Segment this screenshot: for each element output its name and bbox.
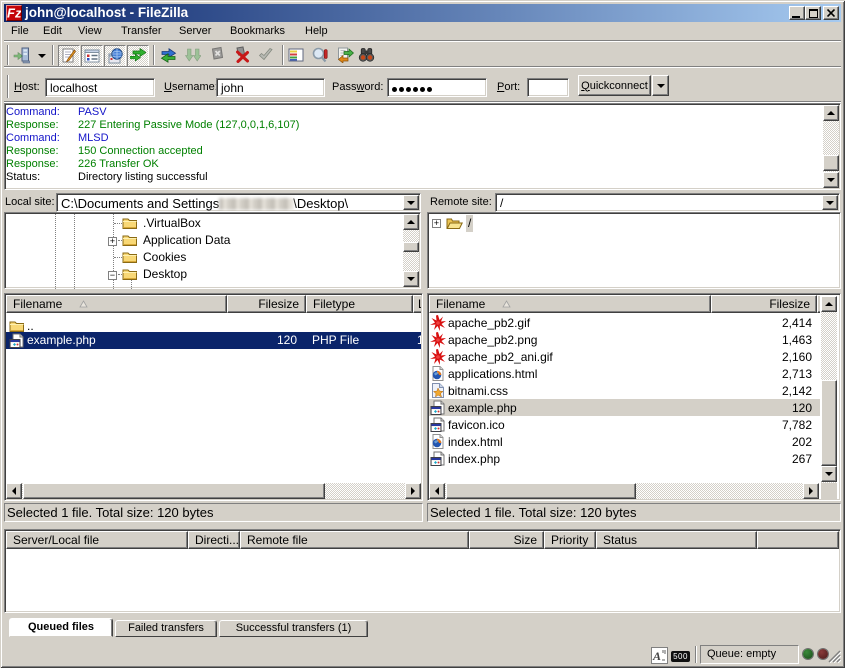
svg-text:A: A xyxy=(652,649,661,663)
svg-text:Fz: Fz xyxy=(7,6,21,20)
